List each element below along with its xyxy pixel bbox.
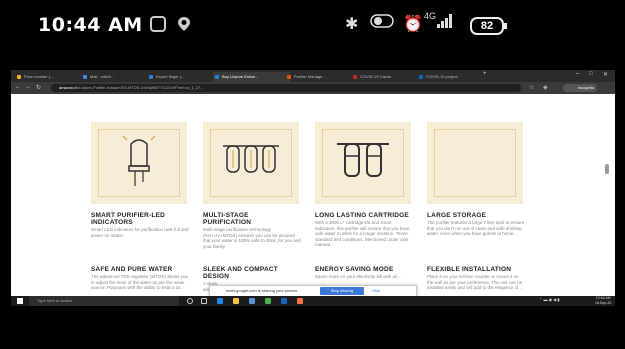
- tab-label: Expert finger (...: [156, 74, 185, 79]
- feature-description: Place it on your kitchen counter or moun…: [427, 274, 523, 290]
- taskbar-clock[interactable]: 10:44 AM 16-Sep-20: [595, 296, 611, 305]
- app-icon[interactable]: [297, 298, 303, 304]
- feature-card-multistage: [203, 122, 299, 204]
- address-bar-row: ← → ↻ amazon.in/Livpure-Purifier-Amaze-R…: [11, 82, 615, 94]
- file-explorer-icon[interactable]: [233, 298, 239, 304]
- feature-card-cartridge: [315, 122, 411, 204]
- share-message: meet.google.com is sharing your screen.: [226, 288, 299, 293]
- edge-icon[interactable]: [217, 298, 223, 304]
- browser-tab-bar: Price monitor (... Mail - which... Exper…: [11, 70, 615, 82]
- bluetooth-icon: ✱: [345, 16, 359, 33]
- close-icon[interactable]: ✕: [603, 71, 608, 78]
- task-view-icon[interactable]: [201, 298, 207, 304]
- tab-favicon: [287, 75, 291, 79]
- hide-link[interactable]: Hide: [372, 286, 380, 296]
- system-tray-icons[interactable]: ⌃ ▬ ◉ ◀ ▮: [539, 297, 560, 302]
- forward-icon[interactable]: →: [25, 84, 31, 90]
- profile-button[interactable]: Incognito: [563, 84, 597, 92]
- tab-favicon: [215, 75, 219, 79]
- tab-label: Price monitor (...: [24, 74, 54, 79]
- back-icon[interactable]: ←: [15, 84, 21, 90]
- taskbar-search-input[interactable]: Type here to search: [29, 296, 179, 306]
- windows-start-icon[interactable]: [17, 298, 23, 304]
- browser-tab[interactable]: Mail - which...: [81, 72, 152, 82]
- tab-favicon: [353, 75, 357, 79]
- tab-favicon: [149, 75, 153, 79]
- minimize-icon[interactable]: –: [576, 71, 579, 77]
- extension-icon[interactable]: ◈: [543, 84, 548, 91]
- feature-description: The purifier features a large 7 litre ta…: [427, 220, 525, 236]
- store-icon[interactable]: [249, 298, 255, 304]
- tab-label: Purifier Manage...: [294, 74, 326, 79]
- maximize-icon[interactable]: □: [589, 71, 593, 77]
- url-domain: amazon.in: [59, 85, 78, 90]
- signal-icon: [437, 14, 453, 33]
- browser-tab[interactable]: COVID-19 project: [417, 72, 488, 82]
- alarm-icon: ⏰: [403, 16, 423, 33]
- feature-card-storage: [427, 122, 523, 204]
- word-icon[interactable]: [281, 298, 287, 304]
- browser-tab-active[interactable]: Buy Livpure Enhar...: [213, 72, 290, 82]
- page-scrollbar-thumb[interactable]: [605, 164, 609, 174]
- browser-tab[interactable]: Price monitor (...: [15, 72, 86, 82]
- feature-title: LONG LASTING CARTRIDGE: [315, 212, 409, 219]
- feature-title: SLEEK AND COMPACT DESIGN: [203, 266, 278, 280]
- cortana-icon[interactable]: [187, 298, 193, 304]
- chrome-icon[interactable]: [265, 298, 271, 304]
- reload-icon[interactable]: ↻: [36, 84, 41, 91]
- tab-favicon: [419, 75, 423, 79]
- feature-description: Smart LED indicators for purification ta…: [91, 227, 189, 238]
- feature-title: FLEXIBLE INSTALLATION: [427, 266, 512, 273]
- led-bulb-icon: [122, 136, 156, 186]
- feature-description: The advanced TDS regulator (MTDS) allows…: [91, 274, 188, 290]
- status-clock: 10:44 AM: [38, 14, 143, 36]
- browser-tab[interactable]: Purifier Manage...: [285, 72, 356, 82]
- feature-description: Saves more on your electricity bill with…: [315, 274, 402, 279]
- tab-label: COVID-19 Cache: [360, 74, 392, 79]
- feature-title: SAFE AND PURE WATER: [91, 266, 173, 273]
- new-tab-icon[interactable]: +: [483, 71, 487, 77]
- profile-label: Incognito: [577, 85, 594, 90]
- star-icon[interactable]: ☆: [529, 84, 534, 91]
- feature-title: MULTI-STAGE PURIFICATION: [203, 212, 252, 226]
- location-pin-icon: [177, 16, 193, 32]
- browser-tab[interactable]: COVID-19 Cache: [351, 72, 422, 82]
- feature-title: LARGE STORAGE: [427, 212, 487, 219]
- feature-card-led: [91, 122, 187, 204]
- card-frame: [434, 129, 516, 197]
- filter-stages-icon: [223, 145, 279, 173]
- tab-label: Mail - which...: [90, 74, 115, 79]
- app-notification-icon: [150, 16, 166, 32]
- browser-tab[interactable]: Expert finger (...: [147, 72, 218, 82]
- feature-title: SMART PURIFIER-LED INDICATORS: [91, 212, 166, 226]
- url-path: /Livpure-Purifier-Amaze-RO-MTDS-UV/dp/B0…: [77, 85, 204, 90]
- tab-favicon: [83, 75, 87, 79]
- url-input[interactable]: amazon.in/Livpure-Purifier-Amaze-RO-MTDS…: [51, 84, 521, 92]
- tab-label: Buy Livpure Enhar...: [222, 74, 259, 79]
- cartridge-icon: [337, 143, 389, 177]
- battery-icon: 82: [470, 17, 507, 35]
- desktop-screenshot: Price monitor (... Mail - which... Exper…: [11, 70, 615, 306]
- windows-taskbar: Type here to search ⌃ ▬ ◉ ◀ ▮ 10:44 AM 1…: [11, 296, 615, 306]
- taskbar-date: 16-Sep-20: [595, 300, 612, 305]
- phone-status-bar: 10:44 AM ✱ ⏰ 4G 82: [0, 0, 625, 62]
- tab-favicon: [17, 75, 21, 79]
- product-feature-section: SMART PURIFIER-LED INDICATORS Smart LED …: [11, 94, 615, 294]
- feature-description: With a 3000 L* cartridge life and smart …: [315, 220, 410, 247]
- network-type: 4G: [424, 11, 437, 21]
- feature-title: ENERGY SAVING MODE: [315, 266, 394, 273]
- toggle-icon: [370, 14, 394, 33]
- feature-description: Multi-stage purification technology (RO+…: [203, 227, 301, 249]
- stop-sharing-button[interactable]: Stop sharing: [320, 287, 364, 295]
- tab-label: COVID-19 project: [426, 74, 458, 79]
- taskbar-time: 10:44 AM: [595, 296, 611, 300]
